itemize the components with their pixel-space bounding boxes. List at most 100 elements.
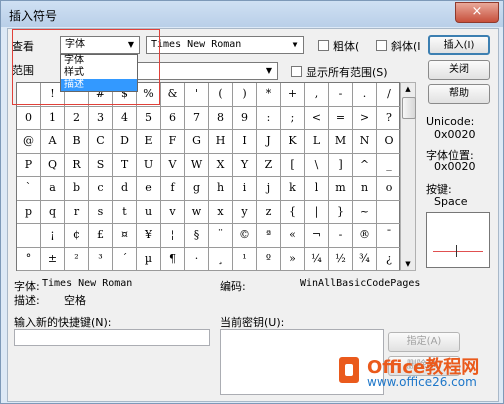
char-cell[interactable]: ¤	[113, 224, 137, 248]
char-cell[interactable]: ¯	[377, 224, 401, 248]
char-cell[interactable]: d	[113, 177, 137, 201]
char-cell[interactable]: 7	[185, 106, 209, 130]
char-cell[interactable]: o	[377, 177, 401, 201]
bold-checkbox[interactable]	[318, 40, 329, 51]
char-cell[interactable]: q	[41, 200, 65, 224]
char-cell[interactable]: u	[137, 200, 161, 224]
close-button[interactable]: 关闭	[428, 60, 490, 80]
insert-button[interactable]: 插入(I)	[428, 35, 490, 55]
char-cell[interactable]: b	[65, 177, 89, 201]
char-cell[interactable]: P	[17, 153, 41, 177]
char-cell[interactable]: º	[257, 247, 281, 271]
char-cell[interactable]: T	[113, 153, 137, 177]
char-cell[interactable]: _	[377, 154, 401, 177]
char-cell[interactable]: /	[377, 83, 401, 107]
char-cell[interactable]: >	[353, 106, 377, 130]
char-cell[interactable]: v	[161, 200, 185, 224]
char-cell[interactable]: ¥	[137, 224, 161, 248]
char-cell[interactable]: N	[353, 130, 377, 154]
scroll-down-icon[interactable]: ▼	[401, 258, 415, 270]
char-cell[interactable]: ²	[65, 247, 89, 271]
char-cell[interactable]: +	[281, 83, 305, 107]
char-cell[interactable]	[377, 201, 401, 224]
help-button[interactable]: 帮助	[428, 84, 490, 104]
char-cell[interactable]: \	[305, 153, 329, 177]
char-cell[interactable]: 1	[41, 106, 65, 130]
char-cell[interactable]: [	[281, 153, 305, 177]
char-cell[interactable]: 3	[89, 106, 113, 130]
char-cell[interactable]: ¬	[305, 224, 329, 248]
char-cell[interactable]: F	[161, 130, 185, 154]
char-cell[interactable]: p	[17, 200, 41, 224]
char-cell[interactable]: '	[185, 83, 209, 107]
char-cell[interactable]: Y	[233, 153, 257, 177]
char-cell[interactable]: y	[233, 200, 257, 224]
char-cell[interactable]: ¡	[41, 224, 65, 248]
char-cell[interactable]: }	[329, 200, 353, 224]
char-cell[interactable]: A	[41, 130, 65, 154]
char-cell[interactable]: 9	[233, 106, 257, 130]
char-cell[interactable]: ®	[353, 224, 377, 248]
char-cell[interactable]: ³	[89, 247, 113, 271]
char-cell[interactable]: ·	[185, 247, 209, 271]
char-cell[interactable]: °	[17, 247, 41, 271]
char-cell[interactable]: )	[233, 83, 257, 107]
char-cell[interactable]: @	[17, 130, 41, 154]
char-cell[interactable]: e	[137, 177, 161, 201]
char-cell[interactable]: E	[137, 130, 161, 154]
char-cell[interactable]: I	[233, 130, 257, 154]
new-shortcut-input[interactable]	[14, 329, 210, 346]
char-cell[interactable]: x	[209, 200, 233, 224]
char-cell[interactable]: ;	[281, 106, 305, 130]
char-cell[interactable]: «	[281, 224, 305, 248]
char-cell[interactable]: ~	[353, 200, 377, 224]
scroll-up-icon[interactable]: ▲	[401, 83, 415, 95]
char-cell[interactable]: <	[305, 106, 329, 130]
char-cell[interactable]: ¢	[65, 224, 89, 248]
char-cell[interactable]: 2	[65, 106, 89, 130]
char-cell[interactable]: -	[329, 224, 353, 248]
char-cell[interactable]: O	[377, 130, 401, 154]
char-cell[interactable]: ^	[353, 153, 377, 177]
char-cell[interactable]: 6	[161, 106, 185, 130]
char-cell[interactable]: ¨	[209, 224, 233, 248]
char-cell[interactable]: t	[113, 200, 137, 224]
char-cell[interactable]: ¾	[353, 247, 377, 271]
char-cell[interactable]: ,	[305, 83, 329, 107]
char-cell[interactable]: z	[257, 200, 281, 224]
char-cell[interactable]: r	[65, 200, 89, 224]
char-cell[interactable]: £	[89, 224, 113, 248]
close-window-button[interactable]: ×	[455, 2, 499, 23]
show-all-range-checkbox[interactable]	[291, 66, 302, 77]
char-cell[interactable]: ¦	[161, 224, 185, 248]
char-cell[interactable]: ª	[257, 224, 281, 248]
char-cell[interactable]: `	[17, 177, 41, 201]
char-cell[interactable]: ¸	[209, 247, 233, 271]
char-cell[interactable]: h	[209, 177, 233, 201]
char-cell[interactable]: 8	[209, 106, 233, 130]
char-cell[interactable]: w	[185, 200, 209, 224]
char-cell[interactable]: i	[233, 177, 257, 201]
char-cell[interactable]: n	[353, 177, 377, 201]
char-cell[interactable]: a	[41, 177, 65, 201]
char-cell[interactable]: H	[209, 130, 233, 154]
char-cell[interactable]: L	[305, 130, 329, 154]
grid-scrollbar[interactable]: ▲ ▼	[400, 82, 416, 271]
char-cell[interactable]	[17, 224, 41, 248]
char-cell[interactable]: l	[305, 177, 329, 201]
char-cell[interactable]: ?	[377, 107, 401, 130]
char-cell[interactable]: K	[281, 130, 305, 154]
char-cell[interactable]: §	[185, 224, 209, 248]
char-cell[interactable]: f	[161, 177, 185, 201]
char-cell[interactable]: c	[89, 177, 113, 201]
char-cell[interactable]: ©	[233, 224, 257, 248]
character-grid[interactable]: ! " # $% & '() * +, -./0 1 2 3 4 5 6 7 8 9:; < = >? @ A B C D E F G H…	[16, 82, 401, 271]
char-cell[interactable]: k	[281, 177, 305, 201]
char-cell[interactable]: M	[329, 130, 353, 154]
char-cell[interactable]: G	[185, 130, 209, 154]
char-cell[interactable]: ]	[329, 153, 353, 177]
char-cell[interactable]: X	[209, 153, 233, 177]
italic-checkbox[interactable]	[376, 40, 387, 51]
char-cell[interactable]: ¼	[305, 247, 329, 271]
char-cell[interactable]: W	[185, 153, 209, 177]
